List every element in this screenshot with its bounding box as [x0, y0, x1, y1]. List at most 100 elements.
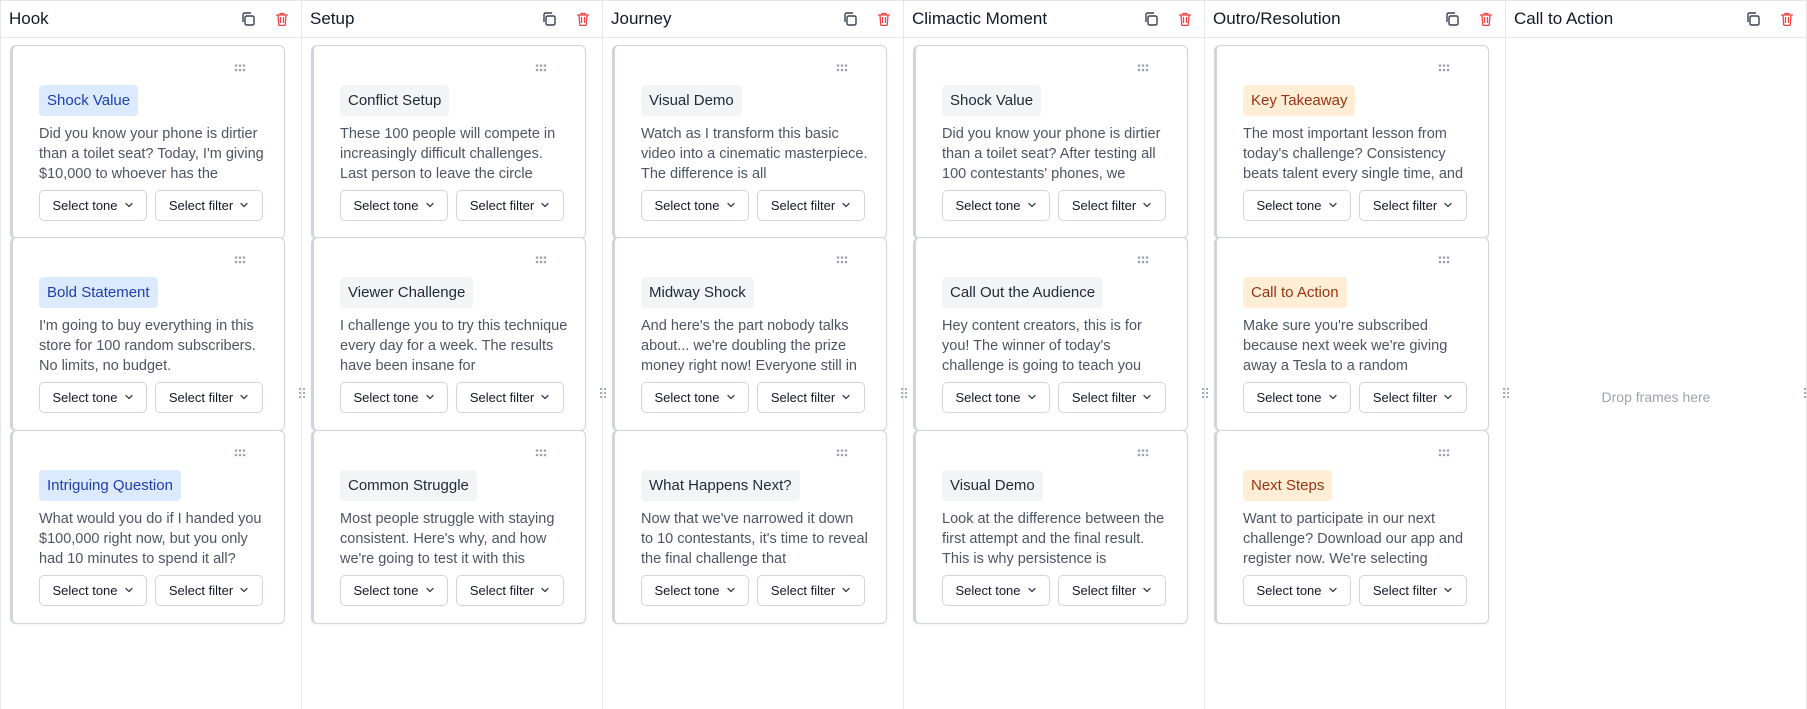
chevron-down-icon	[1027, 390, 1037, 405]
frame-card[interactable]: Call Out the Audience Hey content creator…	[913, 237, 1188, 431]
frame-card[interactable]: Visual Demo Look at the difference betwee…	[913, 430, 1188, 624]
frame-card[interactable]: Shock Value Did you know your phone is di…	[913, 45, 1188, 239]
select-tone-button[interactable]: Select tone	[942, 575, 1050, 606]
grip-icon[interactable]	[232, 252, 248, 264]
grip-icon[interactable]	[1436, 252, 1452, 264]
frame-card[interactable]: Bold Statement I'm going to buy everythin…	[10, 237, 285, 431]
chevron-down-icon	[540, 390, 550, 405]
chevron-down-icon	[1443, 198, 1453, 213]
select-filter-button[interactable]: Select filter	[757, 190, 865, 221]
grip-icon[interactable]	[1135, 252, 1151, 264]
select-filter-label: Select filter	[770, 390, 836, 405]
select-filter-label: Select filter	[469, 390, 535, 405]
select-tone-button[interactable]: Select tone	[340, 575, 448, 606]
grip-icon[interactable]	[533, 445, 549, 457]
grip-icon[interactable]	[232, 445, 248, 457]
select-tone-button[interactable]: Select tone	[641, 382, 749, 413]
grip-icon[interactable]	[1436, 445, 1452, 457]
grip-icon[interactable]	[834, 252, 850, 264]
copy-icon[interactable]	[1142, 10, 1160, 28]
select-filter-button[interactable]: Select filter	[1359, 382, 1467, 413]
frame-card[interactable]: Key Takeaway The most important lesson fr…	[1214, 45, 1489, 239]
frame-tag: Call to Action	[1243, 277, 1347, 308]
grip-icon[interactable]	[1135, 445, 1151, 457]
select-filter-button[interactable]: Select filter	[456, 190, 564, 221]
select-tone-button[interactable]: Select tone	[1243, 382, 1351, 413]
frame-card[interactable]: Intriguing Question What would you do if …	[10, 430, 285, 624]
column-body: Drop frames here	[1506, 38, 1807, 709]
chevron-down-icon	[1328, 198, 1338, 213]
copy-icon[interactable]	[841, 10, 859, 28]
frame-card[interactable]: Common Struggle Most people struggle with…	[311, 430, 586, 624]
frame-text: Hey content creators, this is for you! T…	[942, 318, 1142, 374]
grip-icon[interactable]	[232, 60, 248, 72]
resize-handle-icon[interactable]	[898, 384, 910, 402]
select-tone-button[interactable]: Select tone	[641, 575, 749, 606]
select-tone-button[interactable]: Select tone	[1243, 190, 1351, 221]
resize-handle-icon[interactable]	[1500, 384, 1512, 402]
select-filter-button[interactable]: Select filter	[155, 382, 263, 413]
frame-card[interactable]: What Happens Next? Now that we've narrowe…	[612, 430, 887, 624]
trash-icon[interactable]	[574, 10, 592, 28]
drop-zone-placeholder[interactable]: Drop frames here	[1506, 389, 1806, 405]
select-filter-button[interactable]: Select filter	[155, 575, 263, 606]
select-tone-button[interactable]: Select tone	[641, 190, 749, 221]
select-filter-button[interactable]: Select filter	[456, 382, 564, 413]
select-tone-label: Select tone	[955, 390, 1021, 405]
resize-handle-icon[interactable]	[597, 384, 609, 402]
chevron-down-icon	[540, 198, 550, 213]
select-filter-label: Select filter	[1372, 583, 1438, 598]
select-filter-button[interactable]: Select filter	[456, 575, 564, 606]
grip-icon[interactable]	[533, 252, 549, 264]
trash-icon[interactable]	[1176, 10, 1194, 28]
select-filter-label: Select filter	[469, 198, 535, 213]
frame-tag: Common Struggle	[340, 470, 477, 501]
script-board: Hook Shock Value Did you know your phone i…	[0, 0, 1807, 709]
resize-handle-icon[interactable]	[1801, 384, 1807, 402]
select-filter-button[interactable]: Select filter	[155, 190, 263, 221]
grip-icon[interactable]	[834, 445, 850, 457]
select-tone-button[interactable]: Select tone	[1243, 575, 1351, 606]
select-filter-button[interactable]: Select filter	[757, 575, 865, 606]
trash-icon[interactable]	[875, 10, 893, 28]
select-tone-button[interactable]: Select tone	[942, 190, 1050, 221]
copy-icon[interactable]	[540, 10, 558, 28]
select-tone-button[interactable]: Select tone	[340, 382, 448, 413]
frame-card[interactable]: Visual Demo Watch as I transform this bas…	[612, 45, 887, 239]
frame-card[interactable]: Next Steps Want to participate in our nex…	[1214, 430, 1489, 624]
frame-card[interactable]: Call to Action Make sure you're subscribe…	[1214, 237, 1489, 431]
frame-card[interactable]: Viewer Challenge I challenge you to try t…	[311, 237, 586, 431]
select-filter-button[interactable]: Select filter	[1359, 575, 1467, 606]
select-filter-label: Select filter	[770, 583, 836, 598]
select-tone-button[interactable]: Select tone	[39, 575, 147, 606]
chevron-down-icon	[1443, 583, 1453, 598]
resize-handle-icon[interactable]	[1199, 384, 1211, 402]
column-actions	[239, 10, 291, 28]
trash-icon[interactable]	[1477, 10, 1495, 28]
select-tone-button[interactable]: Select tone	[39, 382, 147, 413]
trash-icon[interactable]	[1778, 10, 1796, 28]
frame-card[interactable]: Midway Shock And here's the part nobody t…	[612, 237, 887, 431]
select-filter-button[interactable]: Select filter	[1058, 190, 1166, 221]
resize-handle-icon[interactable]	[296, 384, 308, 402]
select-filter-button[interactable]: Select filter	[1058, 382, 1166, 413]
frame-card[interactable]: Conflict Setup These 100 people will comp…	[311, 45, 586, 239]
frame-text: Watch as I transform this basic video in…	[641, 126, 868, 182]
select-filter-button[interactable]: Select filter	[757, 382, 865, 413]
grip-icon[interactable]	[834, 60, 850, 72]
select-tone-button[interactable]: Select tone	[340, 190, 448, 221]
copy-icon[interactable]	[1443, 10, 1461, 28]
copy-icon[interactable]	[239, 10, 257, 28]
select-tone-button[interactable]: Select tone	[942, 382, 1050, 413]
frame-text: The most important lesson from today's c…	[1243, 126, 1464, 182]
copy-icon[interactable]	[1744, 10, 1762, 28]
select-filter-label: Select filter	[469, 583, 535, 598]
select-filter-button[interactable]: Select filter	[1359, 190, 1467, 221]
trash-icon[interactable]	[273, 10, 291, 28]
select-tone-button[interactable]: Select tone	[39, 190, 147, 221]
grip-icon[interactable]	[1135, 60, 1151, 72]
select-filter-button[interactable]: Select filter	[1058, 575, 1166, 606]
frame-card[interactable]: Shock Value Did you know your phone is di…	[10, 45, 285, 239]
grip-icon[interactable]	[533, 60, 549, 72]
grip-icon[interactable]	[1436, 60, 1452, 72]
